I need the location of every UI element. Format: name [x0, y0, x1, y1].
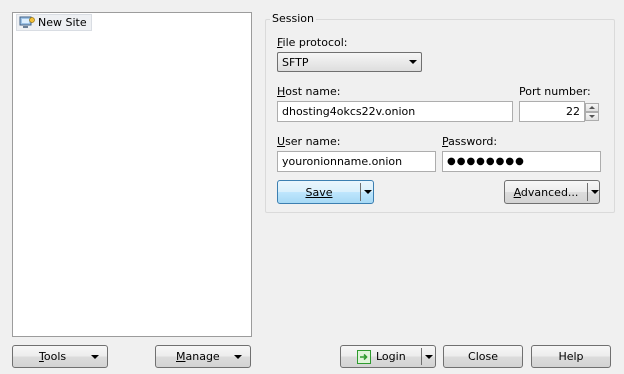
- port-number-label: Port number:: [519, 85, 591, 98]
- file-protocol-value: SFTP: [282, 55, 309, 69]
- save-button[interactable]: Save: [277, 180, 374, 204]
- session-legend: Session: [270, 12, 316, 25]
- port-spinner[interactable]: [585, 103, 599, 121]
- manage-button[interactable]: Manage: [155, 345, 251, 368]
- spin-down-icon[interactable]: [585, 112, 599, 121]
- chevron-down-icon: [91, 354, 99, 359]
- spin-up-icon[interactable]: [585, 103, 599, 112]
- password-input[interactable]: ●●●●●●●●: [442, 151, 601, 172]
- login-button-label: Login: [376, 350, 406, 363]
- close-button[interactable]: Close: [443, 345, 523, 368]
- site-item-new-site[interactable]: New Site: [16, 14, 92, 31]
- save-button-label: Save: [305, 185, 333, 199]
- user-name-input[interactable]: youronionname.onion: [277, 151, 436, 172]
- login-dropdown-icon[interactable]: [425, 355, 433, 359]
- site-tree[interactable]: New Site: [12, 12, 252, 337]
- help-button[interactable]: Help: [531, 345, 611, 368]
- login-icon: [357, 350, 371, 367]
- tools-button-label: Tools: [39, 350, 67, 363]
- chevron-down-icon: [234, 354, 242, 359]
- advanced-dropdown-icon[interactable]: [591, 190, 599, 194]
- port-number-input[interactable]: 22: [519, 101, 585, 122]
- tools-button[interactable]: Tools: [12, 345, 108, 368]
- user-name-label: User name:: [277, 135, 341, 148]
- site-item-label: New Site: [38, 16, 87, 29]
- file-protocol-label: File protocol:: [277, 36, 348, 49]
- chevron-down-icon: [409, 60, 417, 64]
- login-button[interactable]: Login: [340, 345, 436, 368]
- file-protocol-select[interactable]: SFTP: [277, 52, 422, 72]
- advanced-button[interactable]: Advanced...: [504, 180, 600, 204]
- save-dropdown-icon[interactable]: [364, 190, 372, 194]
- host-name-input[interactable]: dhosting4okcs22v.onion: [277, 101, 513, 122]
- computer-network-icon: [19, 16, 35, 28]
- host-name-label: Host name:: [277, 85, 341, 98]
- password-label: Password:: [442, 135, 498, 148]
- manage-button-label: Manage: [176, 350, 220, 363]
- advanced-button-label: Advanced...: [513, 185, 579, 199]
